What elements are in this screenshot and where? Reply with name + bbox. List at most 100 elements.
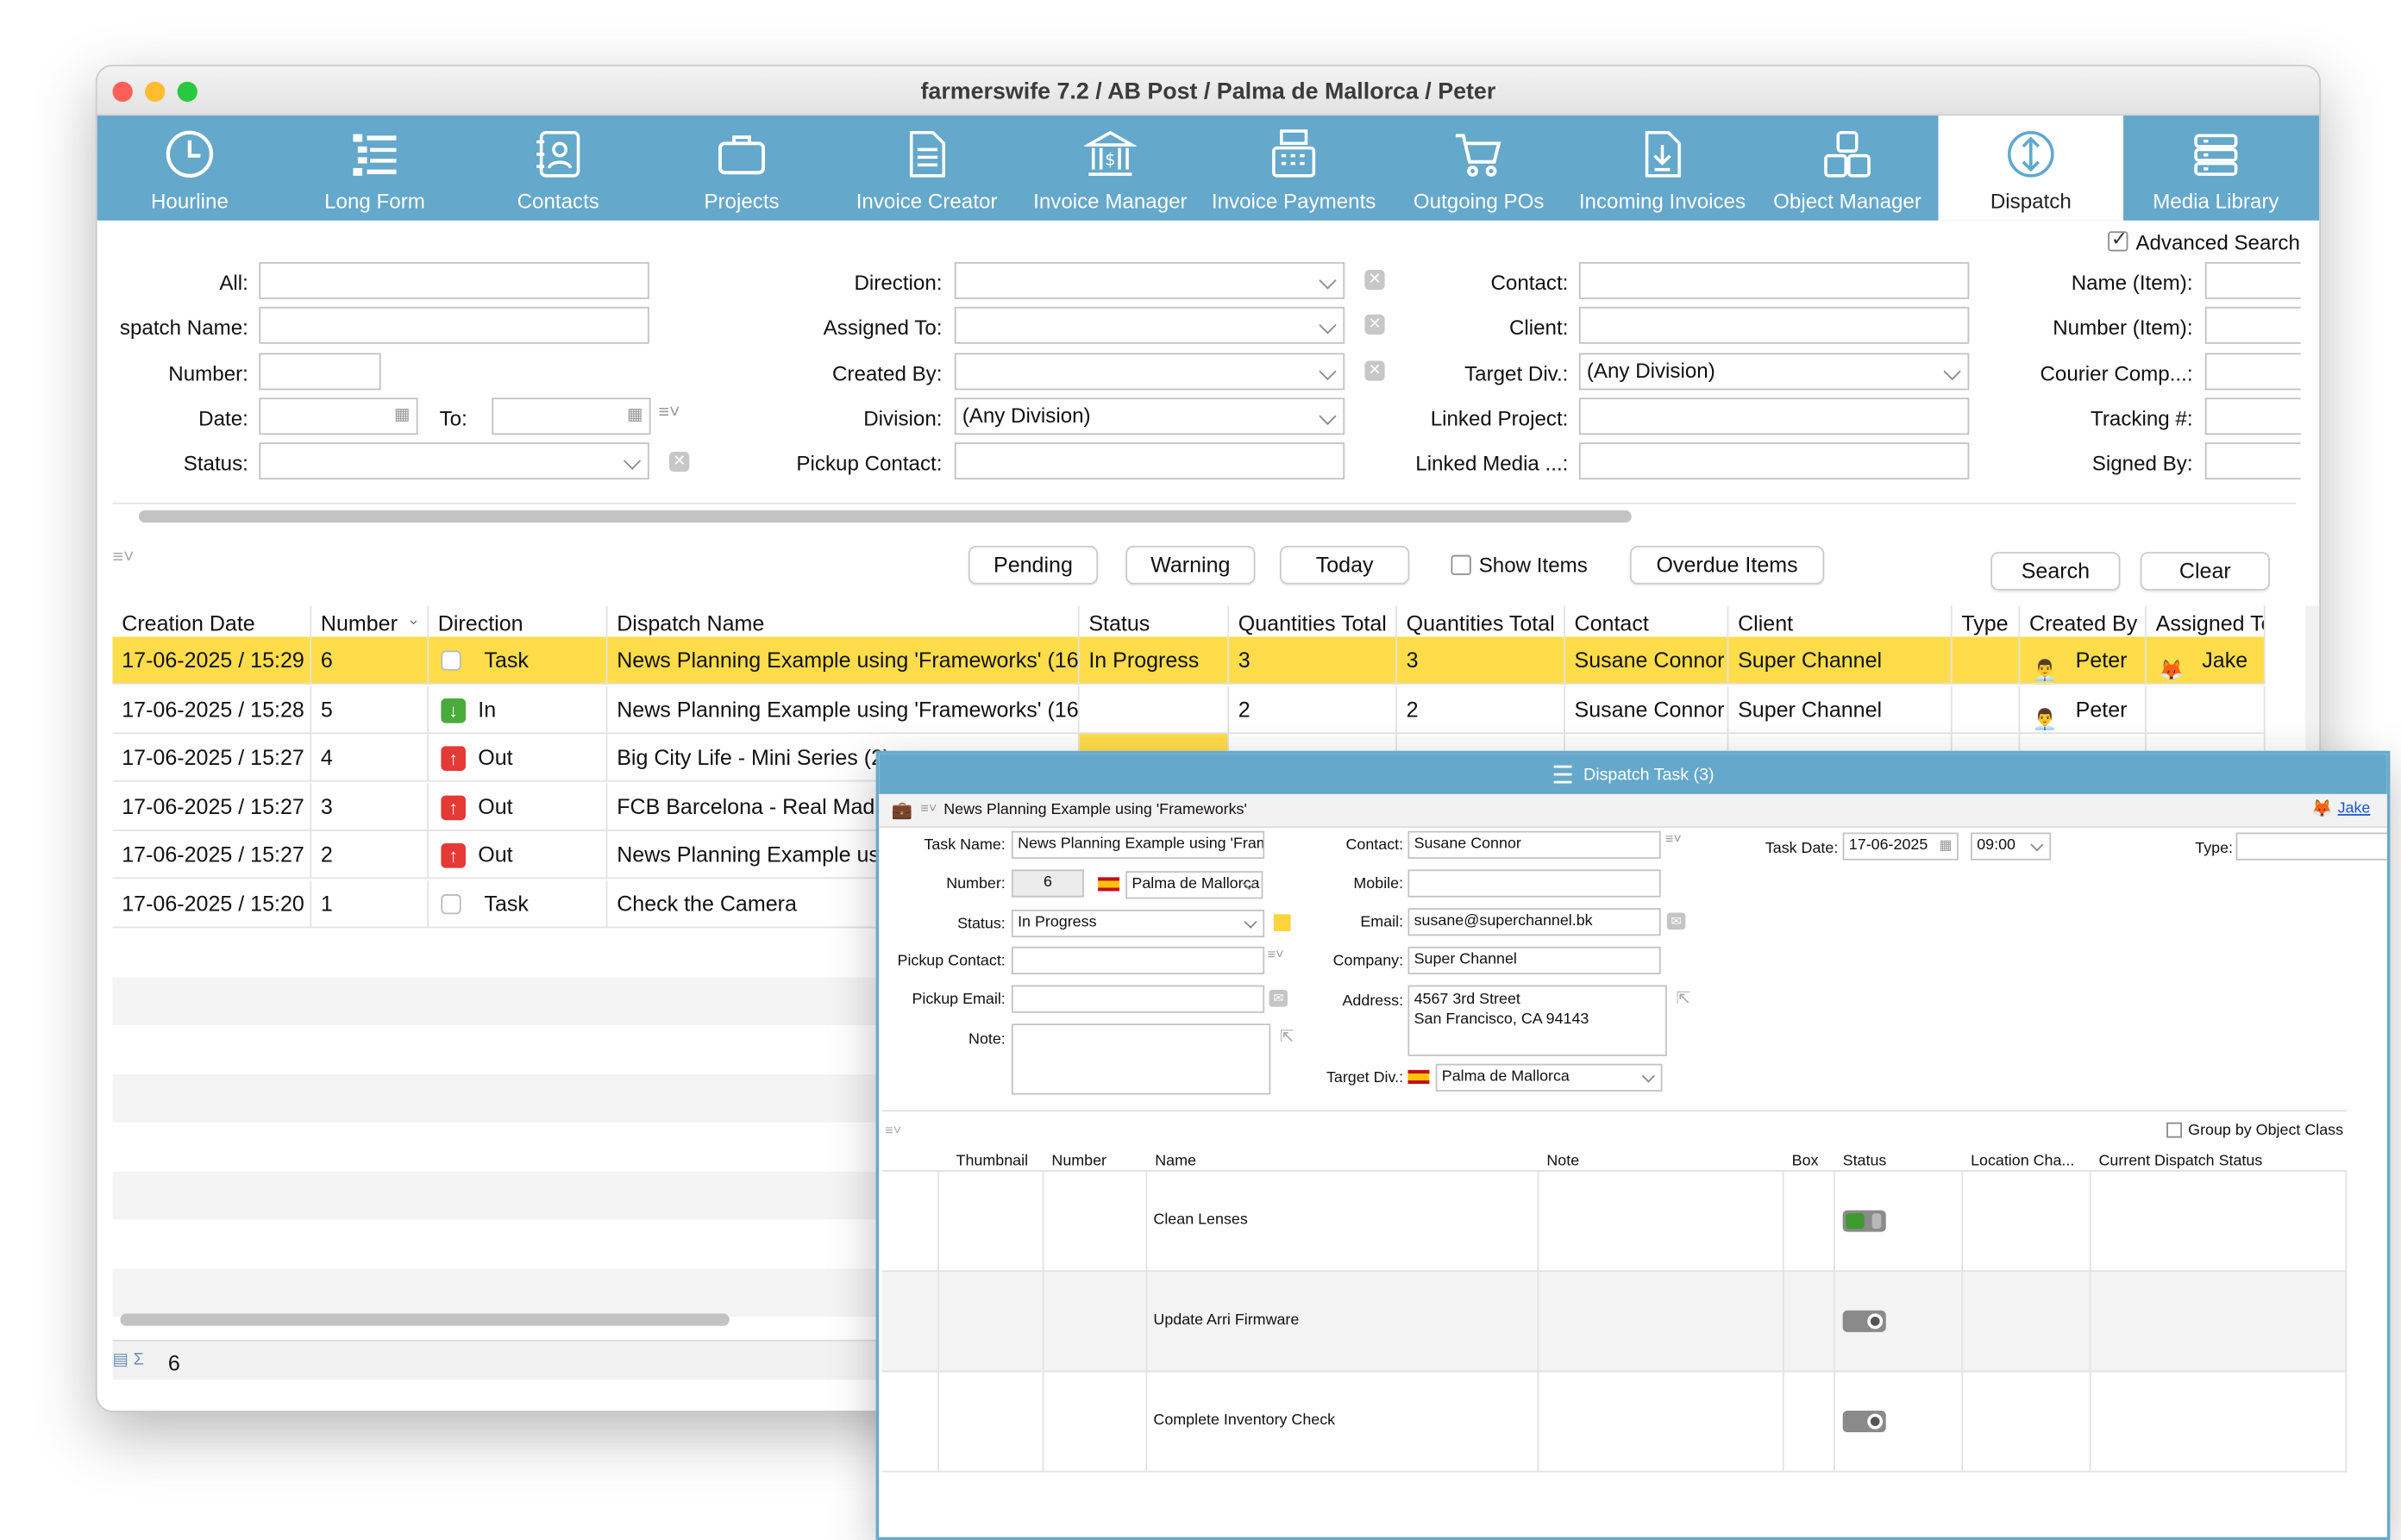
user-link[interactable]: Jake xyxy=(2338,800,2371,817)
linked-project-input[interactable] xyxy=(1578,398,1970,435)
form-scrollbar[interactable] xyxy=(138,510,1632,523)
mail-icon[interactable]: ✉ xyxy=(1269,989,1288,1007)
column-header[interactable]: Assigned To xyxy=(2147,605,2266,641)
column-header[interactable]: Type xyxy=(1953,605,2021,641)
pickup-contact-input[interactable] xyxy=(1011,946,1265,975)
signed-by-input[interactable] xyxy=(2204,442,2301,480)
toolbar-object-manager-button[interactable]: Object Manager xyxy=(1755,116,1940,221)
overdue-items-button[interactable]: Overdue Items xyxy=(1629,545,1825,585)
direction-select[interactable] xyxy=(954,261,1345,299)
division-select[interactable]: (Any Division) xyxy=(954,398,1345,435)
show-items-checkbox[interactable] xyxy=(1451,554,1471,575)
sort-chevron-icon[interactable]: ⌄ xyxy=(407,612,420,629)
item-row[interactable]: Complete Inventory Check xyxy=(881,1372,2348,1473)
task-date-input[interactable]: 17-06-2025 ▦ xyxy=(1842,832,1959,861)
dispatch-name-input[interactable] xyxy=(259,306,649,344)
items-column-header[interactable]: Status xyxy=(1843,1153,1887,1170)
warning-button[interactable]: Warning xyxy=(1125,545,1256,585)
all-input[interactable] xyxy=(259,261,649,299)
target-div-select[interactable]: (Any Division) xyxy=(1578,353,1970,391)
linked-media-input[interactable] xyxy=(1578,442,1970,480)
clear-button[interactable]: Clear xyxy=(2140,552,2270,591)
expand-icon[interactable]: ⇱ xyxy=(1677,988,1690,1008)
toolbar-incoming-invoices-button[interactable]: Incoming Invoices xyxy=(1570,116,1755,221)
pickup-contact-input[interactable] xyxy=(954,442,1345,480)
name-item-input[interactable] xyxy=(2204,261,2301,299)
assigned-to-select[interactable] xyxy=(954,306,1345,344)
table-row[interactable]: 17-06-2025 / 15:29 6 Task News Planning Exa… xyxy=(112,636,2266,685)
task-time-select[interactable]: 09:00 xyxy=(1971,832,2052,861)
pending-button[interactable]: Pending xyxy=(968,545,1099,585)
task-status-select[interactable]: In Progress xyxy=(1011,909,1265,938)
items-options-icon[interactable]: ≡˅ xyxy=(885,1123,901,1138)
client-input[interactable] xyxy=(1578,306,1970,344)
items-column-header[interactable]: Name xyxy=(1155,1153,1196,1170)
column-header[interactable]: Quantities Total xyxy=(1229,605,1397,641)
note-textarea[interactable] xyxy=(1011,1024,1271,1095)
created-by-select[interactable] xyxy=(954,353,1345,391)
items-column-header[interactable]: Thumbnail xyxy=(956,1153,1029,1170)
column-header[interactable]: Direction xyxy=(429,605,608,641)
options-icon[interactable]: ≡˅ xyxy=(920,800,937,816)
address-textarea[interactable]: 4567 3rd Street San Francisco, CA 94143 xyxy=(1407,985,1667,1056)
date-from-input[interactable]: ▦ xyxy=(259,398,418,435)
calendar-icon[interactable]: ▦ xyxy=(627,404,643,423)
table-row[interactable]: 17-06-2025 / 15:28 5 ↓ In News Planning Exam… xyxy=(112,685,2266,734)
email-input[interactable]: susane@superchannel.bk xyxy=(1407,908,1661,936)
summary-icon[interactable]: ▤ Σ xyxy=(113,1349,144,1368)
courier-input[interactable] xyxy=(2204,353,2301,391)
toolbar-invoice-manager-button[interactable]: $ Invoice Manager xyxy=(1018,116,1203,221)
dlg-contact-input[interactable]: Susane Connor xyxy=(1407,830,1661,859)
advanced-search-checkbox[interactable]: ✓ xyxy=(2108,227,2128,252)
type-input[interactable] xyxy=(2235,832,2387,861)
column-header[interactable]: Quantities Total xyxy=(1397,605,1565,641)
items-column-header[interactable]: Note xyxy=(1546,1153,1579,1170)
items-column-header[interactable]: Box xyxy=(1792,1153,1819,1170)
list-options-icon[interactable]: ≡˅ xyxy=(113,546,135,567)
company-input[interactable]: Super Channel xyxy=(1407,946,1661,975)
task-division-select[interactable]: Palma de Mallorca xyxy=(1125,871,1263,899)
item-row[interactable]: Update Arri Firmware xyxy=(881,1272,2348,1373)
status-toggle[interactable] xyxy=(1842,1210,1886,1232)
clear-status-icon[interactable]: ✕ xyxy=(668,451,690,473)
mobile-input[interactable] xyxy=(1407,869,1661,898)
search-button[interactable]: Search xyxy=(1990,552,2121,591)
toolbar-outgoing-pos-button[interactable]: Outgoing POs xyxy=(1386,116,1571,221)
toolbar-dispatch-button[interactable]: Dispatch xyxy=(1938,116,2124,221)
date-options-icon[interactable]: ≡˅ xyxy=(658,401,680,423)
contact-input[interactable] xyxy=(1578,261,1970,299)
calendar-icon[interactable]: ▦ xyxy=(394,404,411,423)
column-header[interactable]: Dispatch Name xyxy=(607,605,1080,641)
toolbar-media-library-button[interactable]: Media Library xyxy=(2123,116,2309,221)
toolbar-hourline-button[interactable]: Hourline xyxy=(97,116,283,221)
column-header[interactable]: Status xyxy=(1080,605,1230,641)
pickup-email-input[interactable] xyxy=(1011,985,1265,1013)
number-input[interactable] xyxy=(259,353,381,391)
date-to-input[interactable]: ▦ xyxy=(492,398,651,435)
toolbar-projects-button[interactable]: Projects xyxy=(649,116,835,221)
task-number-input[interactable]: 6 xyxy=(1011,869,1084,898)
today-button[interactable]: Today xyxy=(1280,545,1410,585)
calendar-icon[interactable]: ▦ xyxy=(1939,837,1952,855)
item-row[interactable]: Clean Lenses xyxy=(881,1171,2348,1273)
contact-options-icon[interactable]: ≡˅ xyxy=(1268,947,1284,962)
toolbar-invoice-creator-button[interactable]: Invoice Creator xyxy=(834,116,1019,221)
number-item-input[interactable] xyxy=(2204,306,2301,344)
tracking-input[interactable] xyxy=(2204,398,2301,435)
dlg-target-div-select[interactable]: Palma de Mallorca xyxy=(1435,1063,1663,1092)
contact-menu-icon[interactable]: ≡˅ xyxy=(1665,831,1682,847)
group-by-class-checkbox[interactable] xyxy=(2166,1122,2183,1138)
toolbar-invoice-payments-button[interactable]: Invoice Payments xyxy=(1201,116,1387,221)
items-column-header[interactable]: Current Dispatch Status xyxy=(2098,1153,2262,1170)
toolbar-contacts-button[interactable]: Contacts xyxy=(466,116,651,221)
table-scrollbar[interactable] xyxy=(120,1313,730,1326)
column-header[interactable]: Created By xyxy=(2020,605,2147,641)
column-header[interactable]: Creation Date xyxy=(113,605,312,641)
status-toggle[interactable] xyxy=(1842,1310,1886,1332)
status-select[interactable] xyxy=(259,442,649,480)
expand-icon[interactable]: ⇱ xyxy=(1280,1027,1294,1047)
column-header[interactable]: Contact xyxy=(1565,605,1729,641)
task-name-input[interactable]: News Planning Example using 'Frameworks' xyxy=(1011,830,1265,859)
items-column-header[interactable]: Location Cha... xyxy=(1971,1153,2074,1170)
mail-icon[interactable]: ✉ xyxy=(1666,912,1686,930)
